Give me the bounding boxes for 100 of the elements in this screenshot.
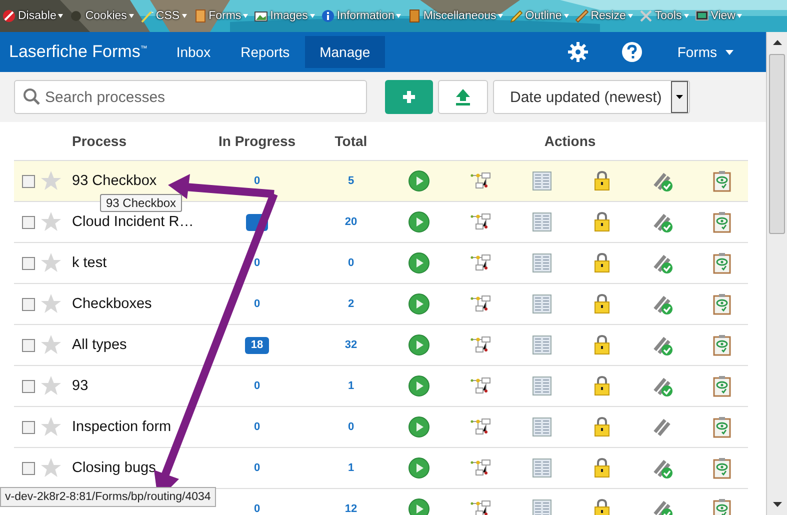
play-icon[interactable]	[408, 334, 430, 356]
document-icon[interactable]	[531, 293, 553, 315]
checkbox[interactable]	[22, 380, 35, 392]
checkbox[interactable]	[22, 256, 35, 270]
link-check-icon[interactable]	[651, 170, 673, 192]
clipboard-eye-icon[interactable]	[711, 375, 733, 397]
count-link[interactable]: 2	[348, 298, 354, 310]
star-icon[interactable]	[40, 375, 62, 397]
process-name[interactable]: All types	[66, 337, 200, 353]
star-icon[interactable]	[40, 334, 62, 356]
toolbar-menu[interactable]: Miscellaneous	[407, 9, 504, 23]
count-link[interactable]: 0	[254, 503, 260, 515]
link-check-icon[interactable]	[651, 498, 673, 515]
play-icon[interactable]	[408, 498, 430, 515]
count-link[interactable]: 20	[344, 216, 358, 228]
play-icon[interactable]	[408, 416, 430, 438]
info-icon	[320, 9, 335, 23]
settings-icon[interactable]	[567, 41, 590, 63]
checkbox[interactable]	[22, 174, 35, 188]
caret-icon	[128, 14, 134, 18]
nav-tab[interactable]: Reports	[226, 36, 305, 68]
search-field[interactable]: Search processes	[14, 80, 367, 114]
count-link[interactable]: 0	[254, 175, 260, 187]
checkbox[interactable]	[22, 462, 35, 474]
document-icon[interactable]	[531, 170, 553, 192]
play-icon[interactable]	[408, 457, 430, 479]
document-icon[interactable]	[531, 416, 553, 438]
document-icon[interactable]	[531, 457, 553, 479]
checkbox[interactable]	[22, 298, 35, 310]
image-icon	[254, 9, 268, 23]
process-name[interactable]: Checkboxes	[66, 296, 200, 312]
scrollbar-thumb[interactable]	[769, 54, 785, 234]
scroll-down-arrow-icon[interactable]	[772, 502, 782, 507]
clipboard-eye-icon[interactable]	[711, 170, 733, 192]
checkbox[interactable]	[22, 338, 35, 352]
link-check-icon[interactable]	[651, 334, 673, 356]
toolbar-menu[interactable]: Cookies	[69, 9, 134, 23]
process-name[interactable]: Closing bugs	[66, 460, 200, 476]
checkbox[interactable]	[22, 216, 35, 228]
play-icon[interactable]	[408, 170, 430, 192]
count-link[interactable]: 12	[344, 503, 358, 515]
clipboard-eye-icon[interactable]	[711, 457, 733, 479]
play-icon[interactable]	[408, 211, 430, 233]
clipboard-eye-icon[interactable]	[711, 252, 733, 274]
process-name[interactable]: Inspection form	[66, 419, 200, 435]
document-icon[interactable]	[531, 375, 553, 397]
document-icon[interactable]	[531, 334, 553, 356]
caret-icon	[684, 14, 689, 18]
star-icon[interactable]	[40, 211, 62, 233]
count-link[interactable]: 0	[254, 421, 260, 433]
clipboard-eye-icon[interactable]	[711, 334, 733, 356]
count-link[interactable]: 0	[348, 257, 354, 269]
document-icon[interactable]	[531, 211, 553, 233]
link-check-icon[interactable]	[651, 457, 673, 479]
process-name[interactable]: k test	[66, 255, 200, 271]
checkbox[interactable]	[22, 420, 35, 434]
count-badge[interactable]: 18	[244, 336, 270, 354]
process-name[interactable]: Cloud Incident R…	[66, 214, 200, 230]
link-check-icon[interactable]	[651, 293, 673, 315]
link-check-icon[interactable]	[651, 375, 673, 397]
count-link[interactable]: 1	[348, 380, 354, 392]
count-link[interactable]: 0	[254, 380, 260, 392]
app-logo[interactable]: Laserfiche Forms$^{™}$	[0, 42, 162, 62]
clipboard-eye-icon[interactable]	[711, 416, 733, 438]
process-name[interactable]: 93	[66, 378, 200, 394]
star-icon[interactable]	[40, 457, 62, 479]
count-link[interactable]: 0	[348, 421, 354, 433]
document-icon[interactable]	[531, 498, 553, 515]
caret-icon	[676, 95, 683, 99]
count-link[interactable]: 0	[254, 257, 260, 269]
link-icon[interactable]	[651, 416, 673, 438]
play-icon[interactable]	[408, 293, 430, 315]
sort-dropdown[interactable]: Date updated (newest)	[493, 80, 690, 114]
play-icon[interactable]	[408, 252, 430, 274]
help-icon[interactable]	[621, 41, 644, 63]
nav-tab[interactable]: Inbox	[161, 36, 226, 68]
nav-tab[interactable]: Manage	[304, 36, 386, 68]
star-icon[interactable]	[40, 416, 62, 438]
user-menu[interactable]: Forms	[671, 43, 740, 61]
flowchart-icon[interactable]	[470, 498, 492, 515]
add-button[interactable]	[385, 80, 433, 114]
count-link[interactable]: 0	[254, 462, 260, 474]
clipboard-eye-icon[interactable]	[711, 293, 733, 315]
document-icon[interactable]	[531, 252, 553, 274]
form-icon	[192, 9, 207, 23]
link-check-icon[interactable]	[651, 211, 673, 233]
star-icon[interactable]	[40, 170, 62, 192]
link-check-icon[interactable]	[651, 252, 673, 274]
play-icon[interactable]	[408, 375, 430, 397]
upload-button[interactable]	[438, 80, 488, 114]
count-link[interactable]: 32	[344, 339, 358, 351]
scroll-up-arrow-icon[interactable]	[772, 40, 782, 45]
count-link[interactable]: 1	[348, 462, 354, 474]
clipboard-eye-icon[interactable]	[711, 498, 733, 515]
process-name[interactable]: 93 Checkbox	[66, 173, 200, 189]
clipboard-eye-icon[interactable]	[711, 211, 733, 233]
star-icon[interactable]	[40, 252, 62, 274]
star-icon[interactable]	[40, 293, 62, 315]
count-link[interactable]: 5	[348, 175, 354, 187]
count-link[interactable]: 0	[254, 298, 260, 310]
